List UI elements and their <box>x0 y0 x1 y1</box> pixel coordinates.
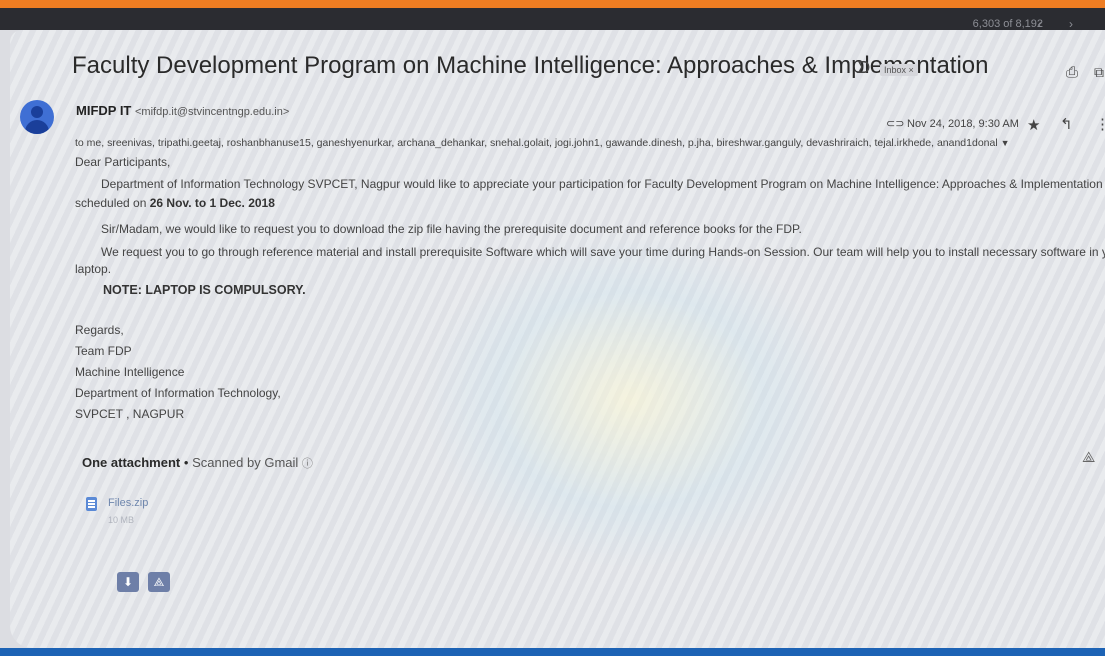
body-paragraph-2: Sir/Madam, we would like to request you … <box>101 222 802 236</box>
attachment-file-size: 10 MB <box>108 515 135 525</box>
schedule-prefix: scheduled on <box>75 196 150 210</box>
scanned-label: Scanned by Gmail <box>192 455 299 470</box>
top-accent-bar <box>0 0 1105 8</box>
recipients-line[interactable]: to me, sreenivas, tripathi.geetaj, rosha… <box>75 137 1010 149</box>
sender-email: <mifdp.it@stvincentngp.edu.in> <box>135 106 290 118</box>
print-icon[interactable]: ⎙ <box>1066 64 1078 81</box>
body-paragraph-3-cont: laptop. <box>75 262 112 276</box>
avatar-body <box>25 120 49 134</box>
pager-arrows[interactable]: ‹ › <box>1038 17 1085 31</box>
add-to-drive-icon: ⟁ <box>153 575 165 589</box>
signature-line: Machine Intelligence <box>75 365 185 379</box>
chevron-down-icon[interactable]: ▼ <box>1001 138 1010 148</box>
save-to-drive-button[interactable]: ⟁ <box>148 572 170 592</box>
signature-line: Regards, <box>75 323 124 337</box>
signature-line: Department of Information Technology, <box>75 386 281 400</box>
attachments-separator: • <box>183 455 189 470</box>
body-greeting: Dear Participants, <box>75 155 171 169</box>
reply-icon[interactable]: ↰ <box>1060 115 1073 133</box>
signature-line: SVPCET , NAGPUR <box>75 407 185 421</box>
add-to-drive-icon[interactable]: ⟁ <box>1082 449 1095 466</box>
recipients-list: to me, sreenivas, tripathi.geetaj, rosha… <box>75 137 998 149</box>
important-marker-icon[interactable]: ᗤ <box>857 60 870 78</box>
download-button[interactable]: ⬇ <box>117 572 139 592</box>
attachment-file-name[interactable]: Files.zip <box>108 497 148 509</box>
attachments-count: One attachment <box>82 455 181 470</box>
inbox-label-chip[interactable]: Inbox × <box>880 64 918 76</box>
star-icon[interactable]: ★ <box>1027 116 1040 134</box>
body-paragraph-3: We request you to go through reference m… <box>101 245 1105 259</box>
body-schedule-line: scheduled on 26 Nov. to 1 Dec. 2018 <box>75 196 275 210</box>
new-window-icon[interactable]: ⧉ <box>1094 64 1104 81</box>
schedule-dates: 26 Nov. to 1 Dec. 2018 <box>149 196 275 210</box>
avatar-head <box>31 106 43 118</box>
sender-line: MIFDP IT <mifdp.it@stvincentngp.edu.in> <box>76 103 289 118</box>
attachments-header: One attachment • Scanned by Gmail ⓘ <box>82 455 313 471</box>
body-paragraph-1: Department of Information Technology SVP… <box>101 177 1103 191</box>
avatar <box>20 100 54 134</box>
zip-file-icon <box>86 497 97 511</box>
download-icon: ⬇ <box>122 575 134 589</box>
toolbar-strip: 6,303 of 8,192 ‹ › <box>0 8 1105 31</box>
sender-name: MIFDP IT <box>76 103 132 118</box>
info-icon[interactable]: ⓘ <box>302 458 313 470</box>
pager-count: 6,303 of 8,192 <box>972 18 1043 30</box>
email-date: Nov 24, 2018, 9:30 AM <box>907 118 1019 130</box>
body-note: NOTE: LAPTOP IS COMPULSORY. <box>103 283 306 297</box>
email-subject: Faculty Development Program on Machine I… <box>72 52 989 79</box>
bottom-accent-bar <box>0 648 1105 656</box>
signature-line: Team FDP <box>75 344 132 358</box>
more-vert-icon[interactable]: ⋮ <box>1095 115 1105 133</box>
attachment-indicator-icon: ⊂⊃ <box>886 118 905 130</box>
